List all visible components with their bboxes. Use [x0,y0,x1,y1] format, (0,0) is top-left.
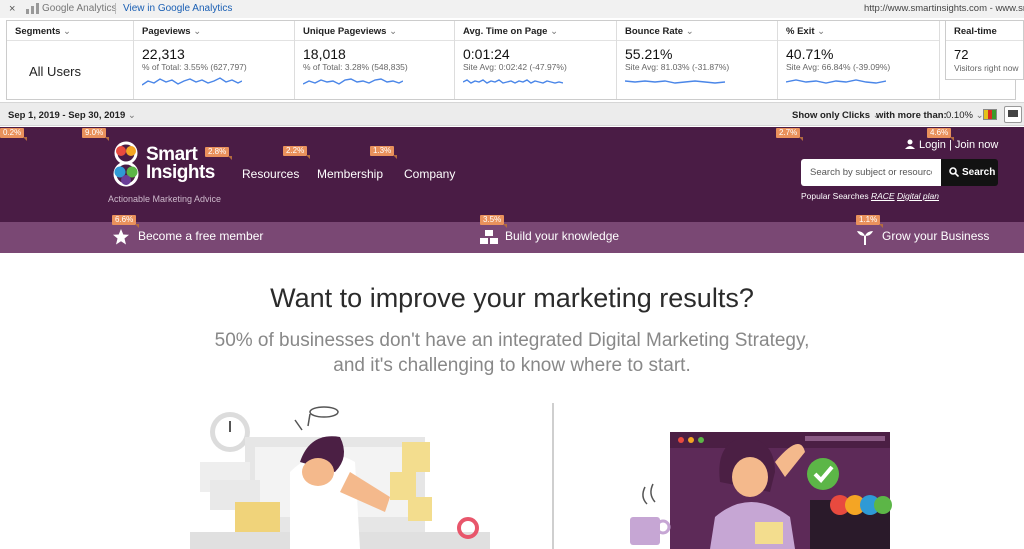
hero-title: Want to improve your marketing results? [270,283,754,313]
nav-resources[interactable]: Resources [242,167,299,181]
date-range-picker[interactable]: Sep 1, 2019 - Sep 30, 2019 ⌄ [8,110,136,121]
metric-subtext: Site Avg: 81.03% (-31.87%) [625,62,730,72]
metric-subtext: Site Avg: 0:02:42 (-47.97%) [463,62,567,72]
caret-icon: ⌄ [63,26,72,37]
nav-company[interactable]: Company [404,167,455,181]
sparkline-chart [625,80,725,84]
metric-header[interactable]: % Exit ⌄ [786,26,825,37]
click-percent-badge: 1.3% [370,146,398,159]
build-your-knowledge-link[interactable]: Build your knowledge [505,229,619,243]
metric-pageviews[interactable]: Pageviews ⌄ 22,313 % of Total: 3.55% (62… [134,21,295,99]
caret-icon: ⌄ [193,26,202,37]
metric-avg-time-on-page[interactable]: Avg. Time on Page ⌄ 0:01:24 Site Avg: 0:… [455,21,617,99]
metric-header[interactable]: Pageviews ⌄ [142,26,201,37]
caret-icon: ⌄ [817,26,826,37]
click-percent-badge: 2.2% [283,146,311,159]
ga-metrics-panel: Segments ⌄ All Users Pageviews ⌄ 22,313 … [6,20,1016,100]
divider [552,403,554,549]
metric-header[interactable]: Unique Pageviews ⌄ [303,26,397,37]
divider [455,40,616,41]
divider [115,3,116,14]
hero-subtitle: 50% of businesses don't have an integrat… [214,330,810,376]
metric-header: Real-time [954,26,997,37]
click-percent-badge: 4.6% [927,128,955,141]
click-percent-badge: 9.0% [82,128,110,141]
metric-value: 72 [954,47,969,62]
user-icon [905,139,915,149]
metric-subtext: % of Total: 3.28% (548,835) [303,62,408,72]
metric-bounce-rate[interactable]: Bounce Rate ⌄ 55.21% Site Avg: 81.03% (-… [617,21,778,99]
divider [134,40,294,41]
clicks-dropdown[interactable]: Clicks ⌄ [842,110,881,121]
become-free-member-link[interactable]: Become a free member [138,229,263,243]
caret-icon: ⌄ [127,110,136,121]
caret-icon: ⌄ [685,26,694,37]
metric-value: 18,018 [303,46,346,62]
google-analytics-logo-icon [26,3,39,14]
click-percent-badge: 0.2% [0,128,28,141]
popular-link-race[interactable]: RACE [871,191,895,201]
metric-header[interactable]: Segments ⌄ [15,26,71,37]
popular-link-digital-plan[interactable]: Digital plan [897,191,939,201]
metric-exit[interactable]: % Exit ⌄ 40.71% Site Avg: 66.84% (-39.09… [778,21,940,99]
smart-insights-logo-icon[interactable] [108,141,144,187]
metric-value: 22,313 [142,46,185,62]
search-button[interactable]: Search [941,159,998,186]
click-percent-badge: 3.5% [480,215,508,228]
threshold-dropdown[interactable]: 0.10% ⌄ [946,110,984,121]
metric-subtext: Site Avg: 66.84% (-39.09%) [786,62,891,72]
building-blocks-icon [480,230,498,244]
metric-header[interactable]: Avg. Time on Page ⌄ [463,26,558,37]
ga-overlay-topbar: × Google Analytics View in Google Analyt… [0,0,1024,18]
search-icon [949,167,959,177]
metric-subtext: % of Total: 3.55% (627,797) [142,62,247,72]
divider [617,40,777,41]
color-scale-icon[interactable] [983,109,997,120]
ga-brand-label: Google Analytics [42,3,117,14]
metric-value: 0:01:24 [463,46,510,62]
nav-membership[interactable]: Membership [317,167,383,181]
sparkline-chart [303,78,403,85]
sprout-icon [857,231,873,245]
metric-value: 55.21% [625,46,673,62]
sparkline-chart [463,79,563,84]
comment-icon[interactable] [1004,106,1022,123]
divider [295,40,454,41]
metric-value: 40.71% [786,46,834,62]
metric-realtime[interactable]: Real-time 72 Visitors right now [945,20,1024,80]
divider [7,40,133,41]
search-input[interactable] [801,159,941,186]
caret-icon: ⌄ [389,26,398,37]
metric-unique-pageviews[interactable]: Unique Pageviews ⌄ 18,018 % of Total: 3.… [295,21,455,99]
grow-your-business-link[interactable]: Grow your Business [882,229,989,243]
click-percent-badge: 2.8% [205,147,233,160]
tagline: Actionable Marketing Advice [108,194,222,204]
metric-subtext: Visitors right now [954,63,1019,73]
star-icon [113,229,129,245]
popular-searches: Popular Searches RACE Digital plan [801,191,940,201]
divider [778,40,939,41]
ga-filter-bar: Sep 1, 2019 - Sep 30, 2019 ⌄ Show only C… [0,102,1024,126]
metric-segments[interactable]: Segments ⌄ All Users [7,21,134,99]
click-percent-badge: 2.7% [776,128,804,141]
sparkline-chart [142,77,242,86]
show-only-label: Show only [792,110,840,121]
view-in-ga-link[interactable]: View in Google Analytics [123,3,232,14]
page-url: http://www.smartinsights.com - www.sm [864,3,1024,14]
click-percent-badge: 1.1% [856,215,884,228]
sparkline-chart [786,79,886,84]
close-icon[interactable]: × [9,3,15,15]
relaxed-worker-illustration [630,432,892,549]
divider [946,40,1023,41]
metric-header[interactable]: Bounce Rate ⌄ [625,26,694,37]
segment-value[interactable]: All Users [29,64,81,79]
with-more-than-label: with more than: [876,110,947,121]
caret-icon: ⌄ [550,26,559,37]
click-percent-badge: 6.6% [112,215,140,228]
stressed-worker-illustration [190,406,490,549]
